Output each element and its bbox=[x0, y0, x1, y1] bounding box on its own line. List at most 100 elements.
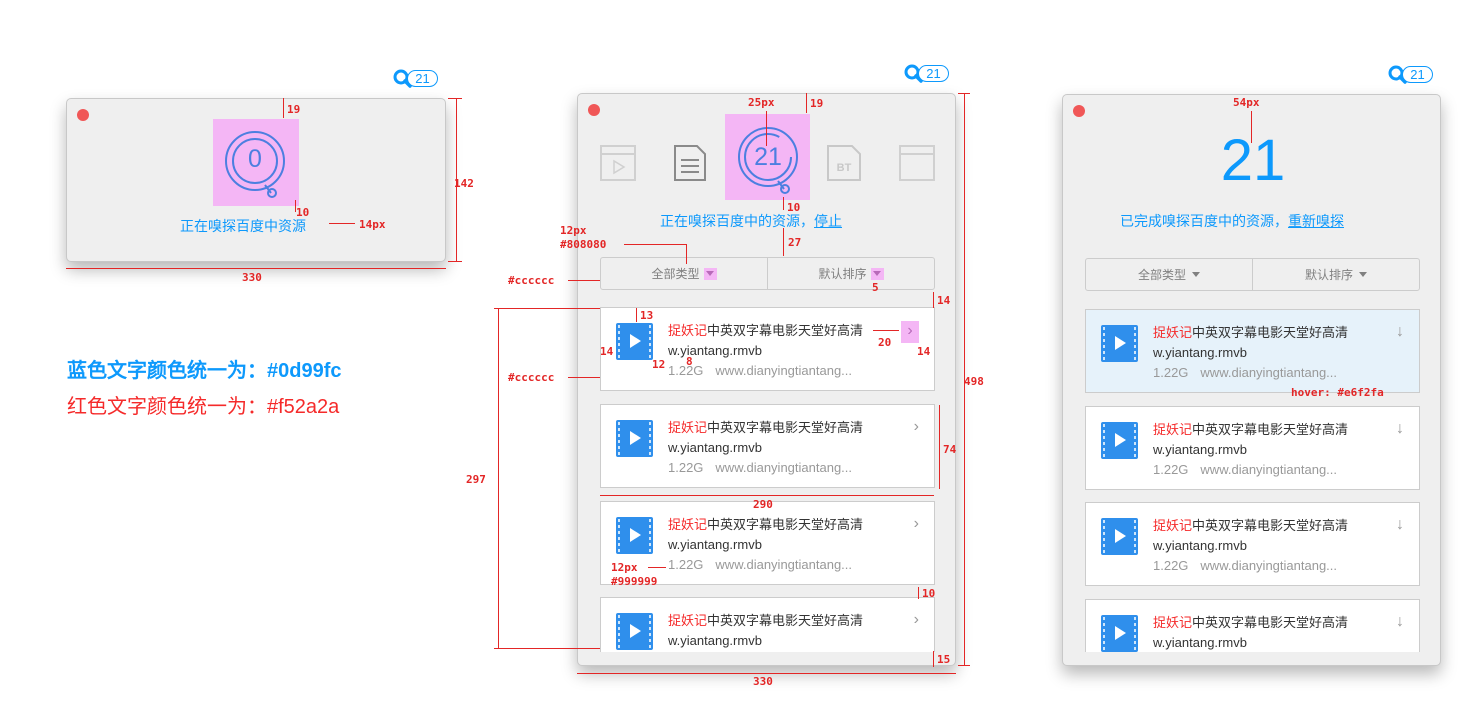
filter-bar: 全部类型 默认排序 bbox=[600, 257, 935, 290]
result-count: 21 bbox=[1220, 128, 1286, 193]
chevron-right-icon[interactable]: › bbox=[914, 611, 919, 629]
measure-label: 15 bbox=[937, 653, 951, 666]
download-icon[interactable]: ↓ bbox=[1396, 323, 1404, 341]
measure-label: #808080 bbox=[560, 238, 607, 251]
item-title: 捉妖记中英双字幕电影天堂好高清 w.yiantang.rmvb bbox=[1153, 615, 1349, 650]
download-icon[interactable]: ↓ bbox=[1396, 516, 1404, 534]
measure-label: 27 bbox=[788, 236, 802, 249]
download-icon[interactable]: ↓ bbox=[1396, 613, 1404, 631]
type-filter-dropdown[interactable]: 全部类型 bbox=[601, 258, 767, 289]
chevron-right-icon[interactable]: › bbox=[914, 515, 919, 533]
type-filter-dropdown[interactable]: 全部类型 bbox=[1086, 259, 1252, 290]
filter-bar: 全部类型 默认排序 bbox=[1085, 258, 1420, 291]
measure-label: 14 bbox=[917, 345, 931, 358]
resource-item[interactable]: 捉妖记中英双字幕电影天堂好高清 w.yiantang.rmvb 1.22G www.… bbox=[600, 404, 935, 488]
item-meta: 1.22G www.dianyingtiantang... bbox=[668, 557, 853, 572]
measure-label: #999999 bbox=[611, 575, 658, 588]
note-blue-color: 蓝色文字颜色统一为：#0d99fc bbox=[67, 360, 342, 382]
item-meta: 1.22G www.dianyingtiantang... bbox=[1153, 558, 1338, 573]
status-text: 正在嗅探百度中的资源，停止 bbox=[660, 211, 842, 231]
bt-icon[interactable]: BT bbox=[826, 144, 862, 182]
measure-label: #cccccc bbox=[508, 274, 555, 287]
chevron-right-icon[interactable]: › bbox=[914, 418, 919, 436]
measure-label: 330 bbox=[242, 271, 262, 284]
sniff-badge[interactable]: 21 bbox=[1387, 63, 1435, 85]
close-button[interactable] bbox=[588, 104, 600, 116]
badge-count: 21 bbox=[407, 70, 438, 87]
measure-label: 10 bbox=[922, 587, 936, 600]
progress-count: 0 bbox=[248, 145, 262, 173]
measure-label: 54px bbox=[1233, 96, 1260, 109]
item-title: 捉妖记中英双字幕电影天堂好高清 w.yiantang.rmvb bbox=[1153, 422, 1349, 457]
resource-item[interactable]: 捉妖记中英双字幕电影天堂好高清 w.yiantang.rmvb 1.22G www.… bbox=[1085, 309, 1420, 393]
item-title: 捉妖记中英双字幕电影天堂好高清 w.yiantang.rmvb bbox=[1153, 325, 1349, 360]
stop-link[interactable]: 停止 bbox=[814, 213, 842, 229]
progress-count: 21 bbox=[754, 143, 782, 171]
status-prefix: 正在嗅探百度中的资源， bbox=[660, 213, 814, 229]
type-filter-label: 全部类型 bbox=[1137, 268, 1186, 282]
video-file-icon bbox=[616, 323, 653, 360]
measure-label: 74 bbox=[943, 443, 957, 456]
measure-label: 20 bbox=[878, 336, 892, 349]
measure-label: 297 bbox=[466, 473, 486, 486]
measure-label: #cccccc bbox=[508, 371, 555, 384]
measure-label: 10 bbox=[787, 201, 801, 214]
caret-down-icon bbox=[1359, 272, 1367, 277]
caret-down-icon bbox=[1192, 272, 1200, 277]
measure-label: 13 bbox=[640, 309, 654, 322]
status-text: 正在嗅探百度中资源 bbox=[180, 218, 306, 234]
sort-dropdown[interactable]: 默认排序 bbox=[1252, 259, 1419, 290]
note-red-color: 红色文字颜色统一为：#f52a2a bbox=[67, 396, 340, 418]
resource-item[interactable]: 捉妖记中英双字幕电影天堂好高清 w.yiantang.rmvb 1.22G www.… bbox=[1085, 502, 1420, 586]
measure-label: 19 bbox=[287, 103, 301, 116]
video-file-icon bbox=[1101, 615, 1138, 652]
item-title: 捉妖记中英双字幕电影天堂好高清 w.yiantang.rmvb bbox=[1153, 518, 1349, 553]
download-icon[interactable]: ↓ bbox=[1396, 420, 1404, 438]
rescan-link[interactable]: 重新嗅探 bbox=[1288, 213, 1344, 229]
measure-label: 12 bbox=[652, 358, 666, 371]
document-icon[interactable] bbox=[673, 144, 707, 182]
svg-text:BT: BT bbox=[837, 162, 852, 174]
status-prefix: 已完成嗅探百度中的资源， bbox=[1120, 213, 1288, 229]
close-button[interactable] bbox=[1073, 105, 1085, 117]
measure-label: 498 bbox=[964, 375, 984, 388]
video-file-icon bbox=[616, 613, 653, 650]
badge-count: 21 bbox=[918, 65, 949, 82]
measure-label: 290 bbox=[753, 498, 773, 511]
sniff-badge[interactable]: 21 bbox=[392, 67, 440, 89]
measure-label: 14 bbox=[937, 294, 951, 307]
resource-list: 捉妖记中英双字幕电影天堂好高清 w.yiantang.rmvb 1.22G www.… bbox=[600, 307, 935, 652]
sniff-panel-done: 21 已完成嗅探百度中的资源，重新嗅探 全部类型 默认排序 捉妖记中英双字幕电影… bbox=[1062, 94, 1441, 666]
caret-down-icon bbox=[703, 267, 717, 280]
video-file-icon bbox=[616, 517, 653, 554]
window-icon[interactable] bbox=[899, 145, 935, 181]
item-meta: 1.22G www.dianyingtiantang... bbox=[668, 460, 853, 475]
film-icon[interactable] bbox=[600, 145, 636, 181]
video-file-icon bbox=[1101, 325, 1138, 362]
sniff-badge[interactable]: 21 bbox=[903, 62, 951, 84]
close-button[interactable] bbox=[77, 109, 89, 121]
sort-dropdown[interactable]: 默认排序 bbox=[767, 258, 934, 289]
video-file-icon bbox=[1101, 518, 1138, 555]
type-filter-label: 全部类型 bbox=[651, 267, 700, 281]
video-file-icon bbox=[1101, 422, 1138, 459]
item-title: 捉妖记中英双字幕电影天堂好高清 w.yiantang.rmvb bbox=[668, 323, 864, 358]
resource-list: 捉妖记中英双字幕电影天堂好高清 w.yiantang.rmvb 1.22G www.… bbox=[1085, 309, 1420, 652]
measure-label: 14px bbox=[359, 218, 386, 231]
measure-label: 12px bbox=[611, 561, 638, 574]
item-title: 捉妖记中英双字幕电影天堂好高清 w.yiantang.rmvb bbox=[668, 420, 864, 455]
measure-label: 142 bbox=[454, 177, 474, 190]
resource-item[interactable]: 捉妖记中英双字幕电影天堂好高清 w.yiantang.rmvb 1.22G www.… bbox=[1085, 406, 1420, 490]
chevron-right-icon[interactable]: › bbox=[901, 321, 919, 343]
resource-item[interactable]: 捉妖记中英双字幕电影天堂好高清 w.yiantang.rmvb 1.22G www.… bbox=[600, 501, 935, 585]
measure-label: 330 bbox=[753, 675, 773, 688]
measure-label: 25px bbox=[748, 96, 775, 109]
sort-label: 默认排序 bbox=[818, 267, 867, 281]
video-file-icon bbox=[616, 420, 653, 457]
resource-item[interactable]: 捉妖记中英双字幕电影天堂好高清 w.yiantang.rmvb › bbox=[600, 597, 935, 652]
item-meta: 1.22G www.dianyingtiantang... bbox=[1153, 365, 1338, 380]
resource-item[interactable]: 捉妖记中英双字幕电影天堂好高清 w.yiantang.rmvb ↓ bbox=[1085, 599, 1420, 652]
item-title: 捉妖记中英双字幕电影天堂好高清 w.yiantang.rmvb bbox=[668, 613, 864, 648]
item-meta: 1.22G www.dianyingtiantang... bbox=[668, 363, 853, 378]
caret-down-icon bbox=[870, 267, 884, 280]
